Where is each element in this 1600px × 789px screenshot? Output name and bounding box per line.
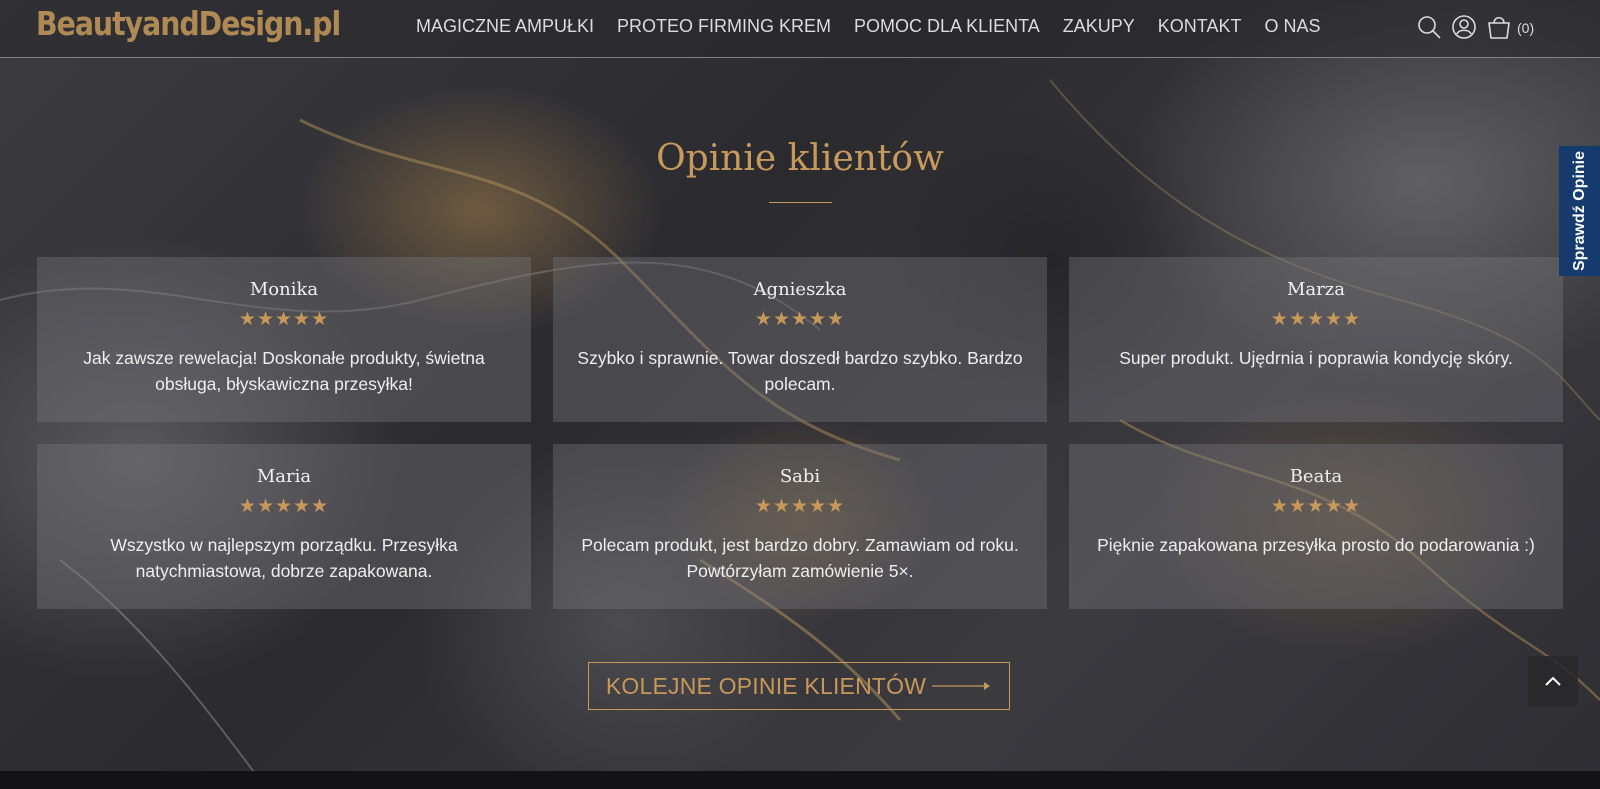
title-underline: [769, 202, 832, 203]
review-card: Agnieszka ★★★★★ Szybko i sprawnie. Towar…: [553, 257, 1047, 422]
nav-proteo-firming-krem[interactable]: PROTEO FIRMING KREM: [617, 16, 831, 37]
nav-zakupy[interactable]: ZAKUPY: [1063, 16, 1135, 37]
review-card: Beata ★★★★★ Pięknie zapakowana przesyłka…: [1069, 444, 1563, 609]
review-text: Polecam produkt, jest bardzo dobry. Zama…: [581, 535, 1019, 581]
review-text: Wszystko w najlepszym porządku. Przesyłk…: [110, 535, 458, 581]
section-title: Opinie klientów: [656, 138, 944, 179]
star-rating: ★★★★★: [754, 309, 846, 330]
star-rating: ★★★★★: [1270, 309, 1362, 330]
star-rating: ★★★★★: [238, 309, 330, 330]
header-icons: (0): [1416, 14, 1534, 40]
review-text: Jak zawsze rewelacja! Doskonałe produkty…: [83, 348, 485, 394]
more-reviews-label: KOLEJNE OPINIE KLIENTÓW: [605, 672, 927, 699]
reviewer-name: Agnieszka: [753, 279, 847, 300]
site-logo[interactable]: BeautyandDesign.pl: [36, 4, 341, 43]
review-text: Super produkt. Ujędrnia i poprawia kondy…: [1119, 348, 1513, 368]
main-nav: MAGICZNE AMPUŁKI PROTEO FIRMING KREM POM…: [416, 16, 1343, 37]
user-icon[interactable]: [1451, 14, 1477, 40]
nav-o-nas[interactable]: O NAS: [1264, 16, 1320, 37]
nav-pomoc-dla-klienta[interactable]: POMOC DLA KLIENTA: [854, 16, 1040, 37]
review-card: Sabi ★★★★★ Polecam produkt, jest bardzo …: [553, 444, 1047, 609]
star-rating: ★★★★★: [1270, 496, 1362, 517]
arrow-right-icon: [932, 682, 991, 690]
reviewer-name: Marza: [1287, 279, 1345, 300]
search-icon[interactable]: [1416, 14, 1442, 40]
reviewer-name: Maria: [256, 466, 312, 487]
footer-strip: [0, 771, 1600, 789]
nav-magiczne-ampulki[interactable]: MAGICZNE AMPUŁKI: [416, 16, 594, 37]
reviewer-name: Sabi: [779, 466, 821, 487]
check-reviews-side-tab[interactable]: Sprawdź Opinie: [1559, 146, 1600, 276]
site-header: BeautyandDesign.pl MAGICZNE AMPUŁKI PROT…: [0, 0, 1600, 58]
review-card: Monika ★★★★★ Jak zawsze rewelacja! Dosko…: [37, 257, 531, 422]
reviewer-name: Beata: [1289, 466, 1343, 487]
review-card: Maria ★★★★★ Wszystko w najlepszym porząd…: [37, 444, 531, 609]
scroll-to-top-button[interactable]: [1528, 656, 1578, 706]
review-text: Pięknie zapakowana przesyłka prosto do p…: [1097, 535, 1535, 555]
nav-kontakt[interactable]: KONTAKT: [1158, 16, 1242, 37]
review-card: Marza ★★★★★ Super produkt. Ujędrnia i po…: [1069, 257, 1563, 422]
review-text: Szybko i sprawnie. Towar doszedł bardzo …: [577, 348, 1023, 394]
reviewer-name: Monika: [249, 279, 319, 300]
more-reviews-button[interactable]: KOLEJNE OPINIE KLIENTÓW: [588, 662, 1010, 710]
star-rating: ★★★★★: [238, 496, 330, 517]
cart-count[interactable]: (0): [1517, 20, 1534, 36]
cart-icon[interactable]: [1486, 14, 1512, 40]
chevron-up-icon: [1545, 676, 1561, 686]
star-rating: ★★★★★: [754, 496, 846, 517]
side-tab-label: Sprawdź Opinie: [1570, 150, 1588, 272]
